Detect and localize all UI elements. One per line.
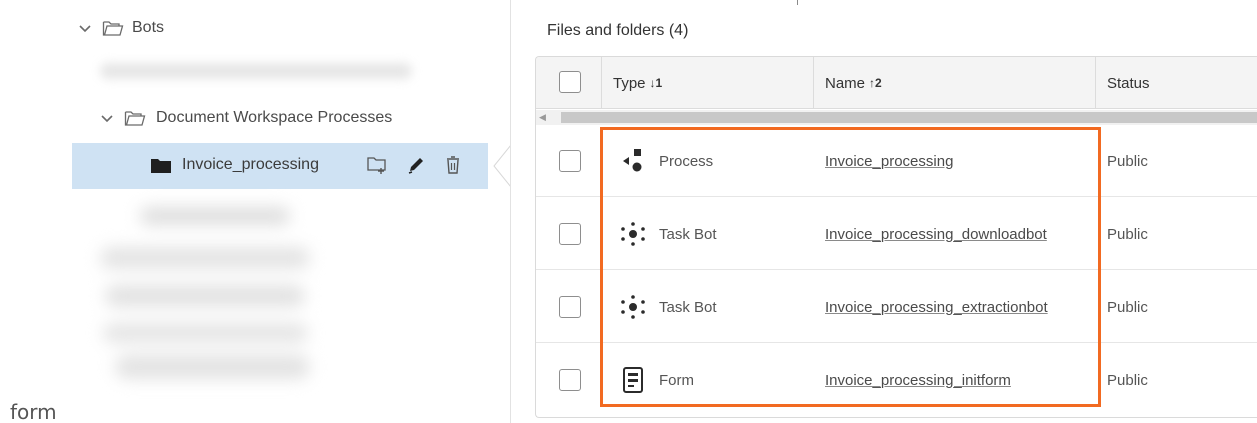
files-table: Type ↓1 Name ↑2 Status ◀ Process Invoice… [535, 56, 1257, 418]
row-checkbox[interactable] [559, 150, 581, 172]
row-name-link[interactable]: Invoice_processing_downloadbot [825, 198, 1047, 270]
column-name-label: Name [825, 74, 866, 92]
cursor-mark [797, 0, 798, 5]
row-checkbox[interactable] [559, 296, 581, 318]
folder-filled-icon [151, 159, 171, 173]
sort-indicator: ↓1 [649, 76, 663, 90]
table-row[interactable]: Process Invoice_processing Public [536, 125, 1257, 197]
add-folder-icon[interactable] [366, 155, 388, 175]
row-name-link[interactable]: Invoice_processing_extractionbot [825, 271, 1048, 343]
stray-label: form [10, 400, 57, 423]
table-row[interactable]: Form Invoice_processing_initform Public [536, 344, 1257, 416]
name-link[interactable]: Invoice_processing_downloadbot [825, 226, 1047, 243]
table-header: Type ↓1 Name ↑2 Status [536, 57, 1257, 109]
redacted-item [100, 63, 412, 79]
row-type: Task Bot [659, 298, 717, 316]
sort-indicator: ↑2 [869, 76, 882, 90]
horizontal-scrollbar[interactable]: ◀ [536, 110, 1257, 125]
row-status: Public [1107, 225, 1148, 243]
row-name-link[interactable]: Invoice_processing [825, 125, 953, 197]
selection-pointer [493, 144, 511, 188]
tree-item-label: Bots [132, 19, 165, 36]
tree-item-label: Document Workspace Processes [156, 109, 393, 126]
panel-divider [510, 0, 511, 423]
row-status: Public [1107, 298, 1148, 316]
taskbot-icon [621, 295, 645, 319]
files-and-folders-title: Files and folders (4) [547, 22, 689, 39]
column-header-name[interactable]: Name ↑2 [825, 57, 882, 109]
chevron-down-icon[interactable] [100, 111, 114, 125]
column-separator [1095, 57, 1096, 109]
table-row[interactable]: Task Bot Invoice_processing_downloadbot … [536, 198, 1257, 270]
column-type-label: Type [613, 74, 646, 92]
taskbot-icon [621, 222, 645, 246]
selected-folder-label: Invoice_processing [182, 156, 319, 173]
row-type: Task Bot [659, 225, 717, 243]
row-checkbox[interactable] [559, 369, 581, 391]
edit-pencil-icon[interactable] [406, 155, 428, 175]
form-icon [623, 367, 643, 393]
column-separator [601, 57, 602, 109]
name-link[interactable]: Invoice_processing [825, 153, 953, 170]
name-link[interactable]: Invoice_processing_extractionbot [825, 299, 1048, 316]
row-type: Process [659, 152, 714, 170]
name-link[interactable]: Invoice_processing_initform [825, 372, 1011, 389]
folder-open-icon [102, 21, 124, 36]
scroll-left-icon[interactable]: ◀ [539, 112, 546, 123]
trash-icon[interactable] [442, 155, 464, 175]
row-name-link[interactable]: Invoice_processing_initform [825, 344, 1011, 416]
tree-item-bots[interactable]: Bots [78, 19, 164, 37]
chevron-down-icon[interactable] [78, 21, 92, 35]
redacted-tree-items [95, 195, 315, 395]
column-header-type[interactable]: Type ↓1 [613, 57, 662, 109]
scrollbar-thumb[interactable] [561, 112, 1257, 123]
row-type: Form [659, 371, 694, 389]
column-status-label: Status [1107, 74, 1150, 92]
select-all-checkbox[interactable] [559, 71, 581, 93]
row-status: Public [1107, 152, 1148, 170]
column-header-status[interactable]: Status [1107, 57, 1150, 109]
row-status: Public [1107, 371, 1148, 389]
column-separator [813, 57, 814, 109]
table-row[interactable]: Task Bot Invoice_processing_extractionbo… [536, 271, 1257, 343]
process-icon [623, 149, 642, 172]
folder-open-icon [124, 111, 146, 126]
row-checkbox[interactable] [559, 223, 581, 245]
tree-item-document-workspace[interactable]: Document Workspace Processes [100, 109, 392, 127]
